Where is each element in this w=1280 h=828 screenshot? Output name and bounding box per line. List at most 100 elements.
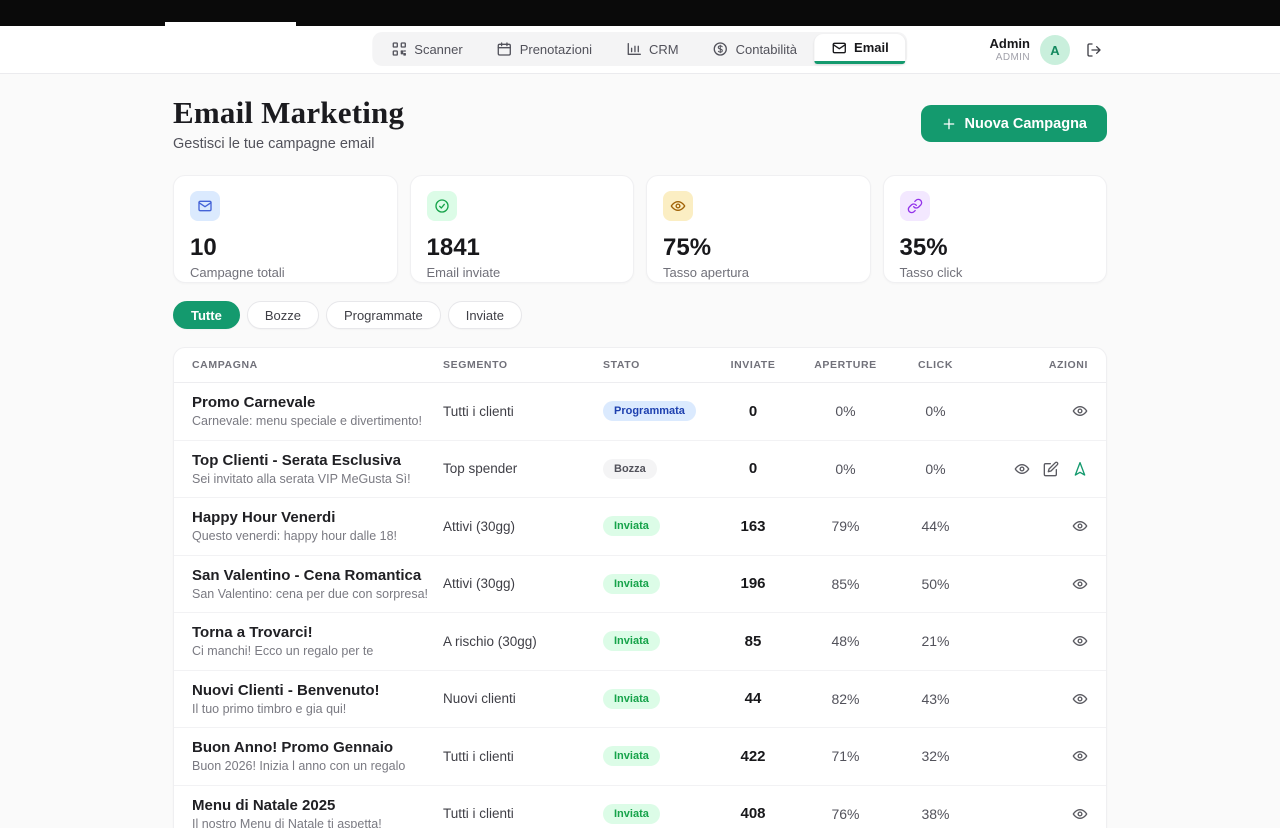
view-action-button[interactable] — [1072, 691, 1088, 707]
stat-label: Email inviate — [427, 265, 618, 280]
open-rate: 71% — [798, 748, 893, 764]
user-area: Admin ADMIN A — [990, 26, 1102, 74]
filter-tutte[interactable]: Tutte — [173, 301, 240, 329]
campaign-name: Promo Carnevale — [192, 394, 443, 411]
view-action-button[interactable] — [1072, 518, 1088, 534]
qr-scanner-icon — [391, 41, 407, 57]
table-row[interactable]: San Valentino - Cena RomanticaSan Valent… — [174, 556, 1106, 614]
tab-prenotazioni[interactable]: Prenotazioni — [480, 34, 609, 64]
view-action-button[interactable] — [1072, 403, 1088, 419]
campaign-name: Top Clienti - Serata Esclusiva — [192, 452, 443, 469]
table-row[interactable]: Happy Hour VenerdiQuesto venerdi: happy … — [174, 498, 1106, 556]
tab-label: Prenotazioni — [520, 42, 592, 57]
stat-card: 1841Email inviate — [410, 175, 635, 283]
campaign-cell: Promo Carnevale Carnevale: menu speciale … — [192, 394, 443, 428]
filter-programmate[interactable]: Programmate — [326, 301, 441, 329]
filter-inviate[interactable]: Inviate — [448, 301, 522, 329]
click-rate: 50% — [893, 576, 978, 592]
table-row[interactable]: Menu di Natale 2025Il nostro Menu di Nat… — [174, 786, 1106, 828]
sent-count: 196 — [708, 575, 798, 592]
campaign-description: Sei invitato alla serata VIP MeGusta Sì! — [192, 472, 443, 486]
open-rate: 82% — [798, 691, 893, 707]
main-content: Email Marketing Gestisci le tue campagne… — [173, 74, 1107, 828]
currency-circle-icon — [713, 41, 729, 57]
segment-cell: Tutti i clienti — [443, 806, 603, 821]
stat-value: 35% — [900, 234, 1091, 262]
module-tabs: Scanner Prenotazioni CRM Contabilità Email — [372, 32, 907, 66]
tab-label: CRM — [649, 42, 679, 57]
status-cell: Inviata — [603, 804, 708, 824]
tab-crm[interactable]: CRM — [609, 34, 696, 64]
filter-pills: TutteBozzeProgrammateInviate — [173, 301, 1107, 329]
view-action-button[interactable] — [1072, 806, 1088, 822]
user-text: Admin ADMIN — [990, 37, 1030, 63]
actions-cell — [978, 461, 1088, 477]
view-action-button[interactable] — [1072, 576, 1088, 592]
campaign-cell: Top Clienti - Serata Esclusiva Sei invita… — [192, 452, 443, 486]
page-header: Email Marketing Gestisci le tue campagne… — [173, 95, 1107, 152]
segment-cell: A rischio (30gg) — [443, 634, 603, 649]
campaign-description: Il tuo primo timbro e gia qui! — [192, 702, 443, 716]
avatar[interactable]: A — [1040, 35, 1070, 65]
link-icon — [900, 191, 930, 221]
logout-icon — [1086, 42, 1102, 58]
campaign-cell: San Valentino - Cena RomanticaSan Valent… — [192, 567, 443, 601]
segment-cell: Tutti i clienti — [443, 749, 603, 764]
segment-cell: Attivi (30gg) — [443, 576, 603, 591]
table-row[interactable]: Buon Anno! Promo GennaioBuon 2026! Inizi… — [174, 728, 1106, 786]
column-header: SEGMENTO — [443, 359, 603, 371]
status-badge: Inviata — [603, 516, 660, 536]
mail-icon — [190, 191, 220, 221]
tab-email[interactable]: Email — [814, 34, 906, 64]
new-campaign-button[interactable]: Nuova Campagna — [921, 105, 1107, 142]
status-cell: Bozza — [603, 459, 708, 479]
stat-label: Tasso apertura — [663, 265, 854, 280]
column-header: APERTURE — [798, 359, 893, 371]
view-action-button[interactable] — [1072, 748, 1088, 764]
send-action-button[interactable] — [1072, 461, 1088, 477]
campaign-name: San Valentino - Cena Romantica — [192, 567, 443, 584]
click-rate: 43% — [893, 691, 978, 707]
column-header: CLICK — [893, 359, 978, 371]
tab-label: Contabilità — [736, 42, 797, 57]
open-rate: 85% — [798, 576, 893, 592]
view-action-button[interactable] — [1072, 633, 1088, 649]
click-rate: 0% — [893, 403, 978, 419]
filter-bozze[interactable]: Bozze — [247, 301, 319, 329]
check-circle-icon — [427, 191, 457, 221]
plus-icon — [941, 116, 957, 132]
new-campaign-label: Nuova Campagna — [965, 116, 1087, 132]
table-row[interactable]: Promo Carnevale Carnevale: menu speciale … — [174, 383, 1106, 441]
view-action-button[interactable] — [1014, 461, 1030, 477]
open-rate: 48% — [798, 633, 893, 649]
logout-button[interactable] — [1086, 42, 1102, 58]
click-rate: 32% — [893, 748, 978, 764]
actions-cell — [978, 633, 1088, 649]
open-rate: 0% — [798, 461, 893, 477]
table-row[interactable]: Torna a Trovarci!Ci manchi! Ecco un rega… — [174, 613, 1106, 671]
campaign-cell: Happy Hour VenerdiQuesto venerdi: happy … — [192, 509, 443, 543]
tab-contabilità[interactable]: Contabilità — [696, 34, 814, 64]
status-cell: Inviata — [603, 689, 708, 709]
stats-cards: 10Campagne totali1841Email inviate75%Tas… — [173, 175, 1107, 283]
column-header: AZIONI — [978, 359, 1088, 371]
campaign-description: Carnevale: menu speciale e divertimento! — [192, 414, 443, 428]
table-row[interactable]: Nuovi Clienti - Benvenuto! Il tuo primo t… — [174, 671, 1106, 729]
column-header: STATO — [603, 359, 708, 371]
actions-cell — [978, 576, 1088, 592]
tab-scanner[interactable]: Scanner — [374, 34, 479, 64]
click-rate: 21% — [893, 633, 978, 649]
table-row[interactable]: Top Clienti - Serata Esclusiva Sei invita… — [174, 441, 1106, 499]
campaign-name: Nuovi Clienti - Benvenuto! — [192, 682, 443, 699]
sent-count: 0 — [708, 403, 798, 420]
column-header: INVIATE — [708, 359, 798, 371]
segment-cell: Attivi (30gg) — [443, 519, 603, 534]
page-title: Email Marketing — [173, 95, 404, 131]
campaign-name: Happy Hour Venerdi — [192, 509, 443, 526]
segment-cell: Top spender — [443, 461, 603, 476]
actions-cell — [978, 806, 1088, 822]
stat-value: 75% — [663, 234, 854, 262]
sent-count: 422 — [708, 748, 798, 765]
edit-action-button[interactable] — [1043, 461, 1059, 477]
tab-label: Email — [854, 40, 889, 55]
